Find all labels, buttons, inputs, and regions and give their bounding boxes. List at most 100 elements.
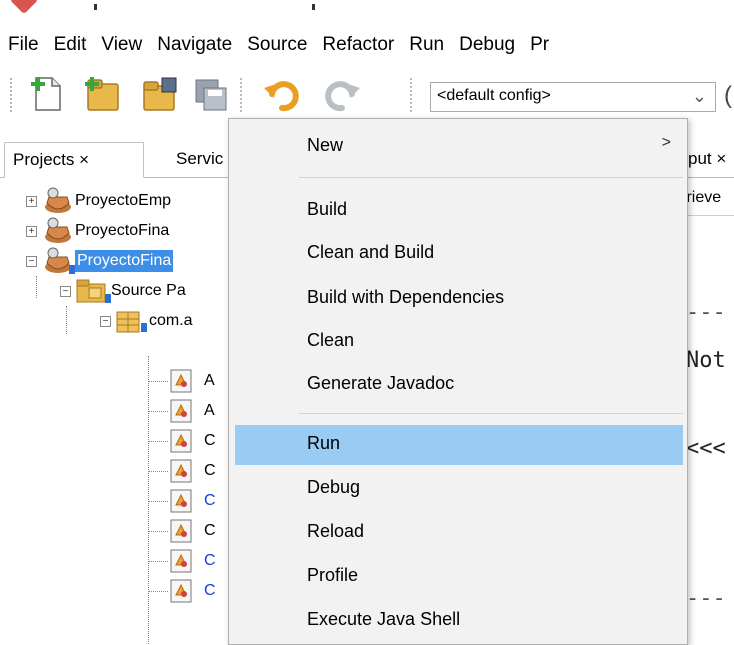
toolbar-separator xyxy=(410,78,412,112)
context-menu-label: Generate Javadoc xyxy=(307,373,455,393)
context-menu-item-debug[interactable]: Debug xyxy=(235,469,683,507)
java-project-icon xyxy=(45,217,71,243)
netbeans-window: File Edit View Navigate Source Refactor … xyxy=(0,0,734,645)
app-logo-icon xyxy=(9,0,39,15)
menu-file[interactable]: File xyxy=(8,34,39,56)
java-class-icon xyxy=(170,549,192,573)
menu-navigate[interactable]: Navigate xyxy=(157,34,232,56)
collapse-icon[interactable]: − xyxy=(100,315,111,327)
undo-icon[interactable] xyxy=(262,74,302,114)
context-menu-item-clean[interactable]: Clean xyxy=(235,322,683,360)
context-menu-item-profile[interactable]: Profile xyxy=(235,557,683,595)
java-class-icon xyxy=(170,489,192,513)
menu-edit[interactable]: Edit xyxy=(54,34,87,56)
redo-icon[interactable] xyxy=(322,74,362,114)
collapse-icon[interactable]: − xyxy=(26,255,37,267)
tab-projects[interactable]: Projects × xyxy=(4,142,144,178)
tree-label: com.a xyxy=(149,312,193,329)
tree-label: C xyxy=(204,432,216,449)
tree-label: C xyxy=(204,492,216,509)
tree-row[interactable]: C xyxy=(148,456,216,486)
context-menu-item-execute-java-shell[interactable]: Execute Java Shell xyxy=(235,601,683,639)
tab-output[interactable]: put × xyxy=(680,142,734,178)
menu-profile[interactable]: Pr xyxy=(530,34,549,56)
tree-label: C xyxy=(204,462,216,479)
context-menu-label: Build xyxy=(307,199,348,219)
expand-icon[interactable]: + xyxy=(26,225,37,237)
config-select-value: <default config> xyxy=(437,87,551,104)
context-menu-label: Build with Dependencies xyxy=(307,287,505,307)
chevron-down-icon: ⌄ xyxy=(691,86,707,106)
java-project-icon xyxy=(45,187,71,213)
context-menu-label: New xyxy=(307,135,344,155)
toolbar-separator xyxy=(240,78,242,112)
context-menu-item-reload[interactable]: Reload xyxy=(235,513,683,551)
tree-row-selected[interactable]: − ProyectoFina xyxy=(26,246,174,276)
tree-row[interactable]: A xyxy=(148,366,215,396)
java-project-icon xyxy=(45,247,75,274)
context-menu-item-build-with-dependencies[interactable]: Build with Dependencies xyxy=(235,279,683,317)
menu-bar: File Edit View Navigate Source Refactor … xyxy=(0,28,734,62)
package-icon xyxy=(116,311,147,333)
tree-row[interactable]: − com.a xyxy=(100,306,193,336)
editor-text: <<< xyxy=(686,436,726,461)
title-mark xyxy=(94,4,97,10)
new-file-icon[interactable] xyxy=(28,74,68,114)
tree-row[interactable]: C xyxy=(148,426,216,456)
menu-view[interactable]: View xyxy=(101,34,142,56)
close-icon[interactable]: × xyxy=(79,150,89,169)
tree-label: C xyxy=(204,552,216,569)
tree-row[interactable]: C xyxy=(148,486,216,516)
tree-row[interactable]: C xyxy=(148,546,216,576)
tab-services[interactable]: Servic xyxy=(168,142,231,178)
collapse-icon[interactable]: − xyxy=(60,285,71,297)
java-class-icon xyxy=(170,429,192,453)
open-project-icon[interactable] xyxy=(140,74,180,114)
editor-text: --- xyxy=(686,300,726,325)
context-menu: New > Build Clean and Build Build with D… xyxy=(228,118,688,645)
tree-label: ProyectoFina xyxy=(75,250,174,272)
title-mark xyxy=(312,4,315,10)
tree-connector xyxy=(66,306,67,334)
tree-row[interactable]: A xyxy=(148,396,215,426)
java-class-icon xyxy=(170,459,192,483)
tree-row[interactable]: + ProyectoFina xyxy=(26,216,169,246)
java-class-icon xyxy=(170,399,192,423)
context-menu-item-generate-javadoc[interactable]: Generate Javadoc xyxy=(235,365,683,403)
context-menu-item-new[interactable]: New > xyxy=(235,127,683,165)
context-menu-item-run[interactable]: Run xyxy=(235,425,683,465)
context-menu-label: Profile xyxy=(307,565,359,585)
context-menu-label: Execute Java Shell xyxy=(307,609,461,629)
tree-label: C xyxy=(204,582,216,599)
menu-source[interactable]: Source xyxy=(247,34,307,56)
tree-label: ProyectoEmp xyxy=(75,192,172,209)
menu-debug[interactable]: Debug xyxy=(459,34,515,56)
save-all-icon[interactable] xyxy=(192,74,232,114)
context-menu-label: Clean and Build xyxy=(307,242,435,262)
tree-row[interactable]: C xyxy=(148,576,216,606)
java-class-icon xyxy=(170,579,192,603)
new-project-icon[interactable] xyxy=(82,74,122,114)
tree-connector xyxy=(36,276,37,298)
tree-label: C xyxy=(204,522,216,539)
config-select[interactable]: <default config> ⌄ xyxy=(430,82,716,112)
tree-row[interactable]: C xyxy=(148,516,216,546)
menu-refactor[interactable]: Refactor xyxy=(322,34,394,56)
tree-row[interactable]: − Source Pa xyxy=(60,276,186,306)
context-menu-item-build[interactable]: Build xyxy=(235,191,683,229)
context-menu-item-clean-and-build[interactable]: Clean and Build xyxy=(235,234,683,272)
editor-text: Not xyxy=(686,348,726,373)
context-menu-label: Reload xyxy=(307,521,365,541)
java-class-icon xyxy=(170,369,192,393)
toolbar-overflow-icon[interactable]: ( xyxy=(724,82,732,110)
tree-row[interactable]: + ProyectoEmp xyxy=(26,186,171,216)
tree-label: ProyectoFina xyxy=(75,222,170,239)
projects-tree: + ProyectoEmp + ProyectoFina − ProyectoF… xyxy=(0,180,240,645)
toolbar-grip[interactable] xyxy=(10,78,14,112)
chevron-right-icon: > xyxy=(661,134,671,151)
menu-run[interactable]: Run xyxy=(409,34,444,56)
tree-label: A xyxy=(204,402,215,419)
expand-icon[interactable]: + xyxy=(26,195,37,207)
tree-label: Source Pa xyxy=(111,282,186,299)
context-menu-label: Run xyxy=(307,433,341,453)
